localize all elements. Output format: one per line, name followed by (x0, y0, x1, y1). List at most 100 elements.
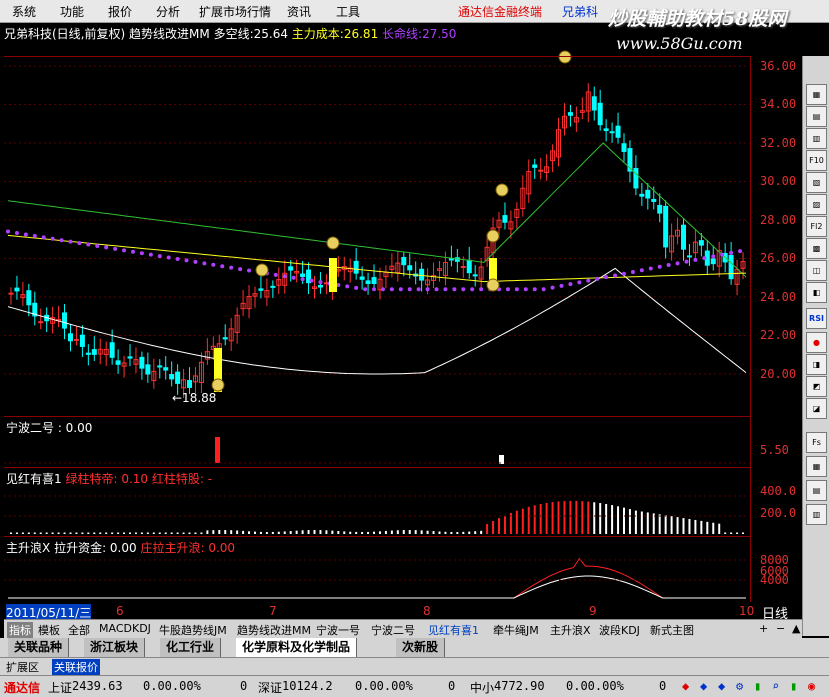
chart-icon[interactable]: ◫ (806, 260, 827, 281)
trend-dot (113, 246, 118, 251)
tab-ningbo1[interactable]: 宁波一号 (316, 622, 360, 638)
candle-body (270, 285, 276, 288)
chart-icon[interactable]: ▤ (806, 480, 827, 501)
chart-icon[interactable]: ▮ (754, 679, 761, 693)
tab-related-quote[interactable]: 关联报价 (52, 659, 100, 675)
candle-body (222, 337, 228, 340)
chart-icon[interactable]: ▦ (806, 456, 827, 477)
trend-dot (50, 236, 55, 241)
trend-dot (657, 264, 662, 269)
trend-dot (461, 287, 466, 292)
candle-body (633, 167, 639, 189)
zx-change: 0.00.00% (566, 679, 624, 693)
search-icon[interactable]: ⌕ (772, 679, 779, 693)
tab-ningbo2[interactable]: 宁波二号 (371, 622, 415, 638)
tab-boduan-kdj[interactable]: 波段KDJ (599, 622, 640, 638)
tab-trend-mm[interactable]: 趋势线改进MM (237, 622, 311, 638)
tab-niugu[interactable]: 牛股趋势线JM (159, 622, 227, 638)
y-tick: 36.00 (760, 59, 797, 73)
alert-icon[interactable]: ● (806, 332, 827, 353)
chart-icon[interactable]: ▤ (806, 106, 827, 127)
chart-icon[interactable]: ◪ (806, 398, 827, 419)
tab-all[interactable]: 全部 (68, 622, 90, 638)
candle-body (91, 349, 97, 355)
tab-extension[interactable]: 扩展区 (6, 659, 39, 675)
chart-icon[interactable]: ▩ (806, 238, 827, 259)
ningbo-signal (215, 437, 220, 463)
tab-zhejiang[interactable]: 浙江板块 (84, 638, 146, 657)
low-price-label: ←18.88 (172, 391, 217, 405)
zoom-in-button[interactable]: + (759, 622, 768, 635)
signal-icon[interactable]: ▮ (790, 679, 797, 693)
power-icon[interactable]: ◉ (808, 679, 815, 693)
tab-chemical[interactable]: 化工行业 (160, 638, 222, 657)
tab-xinshi[interactable]: 新式主图 (650, 622, 694, 638)
scroll-up-arrow[interactable]: ▲ (792, 622, 800, 635)
month-label: 10 (739, 604, 755, 618)
trend-dot (211, 262, 216, 267)
trend-dot (470, 287, 475, 292)
f12-button[interactable]: Fl2 (806, 216, 827, 237)
panel4-name: 主升浪X (6, 541, 51, 555)
signal-bar (329, 258, 337, 292)
tab-chem-material[interactable]: 化学原料及化学制品 (236, 638, 358, 657)
candle-body (609, 131, 615, 134)
candle-body (365, 280, 371, 284)
rsi-button[interactable]: RSI (806, 308, 827, 329)
trend-dot (398, 287, 403, 292)
trend-dot (202, 261, 207, 266)
kline-chart[interactable] (0, 0, 802, 620)
tab-macd[interactable]: MACD (99, 622, 132, 635)
trend-dot (416, 287, 421, 292)
tab-indicator[interactable]: 指标 (7, 622, 33, 638)
trend-dot (41, 235, 46, 240)
trend-dot (318, 280, 323, 285)
zoom-out-button[interactable]: − (776, 622, 785, 635)
tab-zhushenglang[interactable]: 主升浪X (550, 622, 591, 638)
tab-new-stock[interactable]: 次新股 (396, 638, 446, 657)
money-bag-icon (495, 183, 509, 197)
trend-dot (514, 287, 519, 292)
chart-icon[interactable]: ◨ (806, 354, 827, 375)
candle-body (157, 365, 163, 368)
tab-qianniu[interactable]: 牵牛绳JM (493, 622, 539, 638)
tab-template[interactable]: 模板 (38, 622, 60, 638)
chart-icon[interactable]: ◧ (806, 282, 827, 303)
candle-body (621, 143, 627, 152)
tab-kdj[interactable]: KDJ (132, 622, 151, 635)
sz-volume: 0 (448, 679, 456, 693)
chart-icon[interactable]: ▨ (806, 194, 827, 215)
chart-icon[interactable]: ◩ (806, 376, 827, 397)
trend-dot (648, 266, 653, 271)
candle-body (258, 288, 264, 291)
trend-dot (77, 241, 82, 246)
candle-body (175, 371, 181, 384)
fs-button[interactable]: Fs (806, 432, 827, 453)
chart-icon[interactable]: ▦ (806, 84, 827, 105)
trend-dot (639, 268, 644, 273)
chart-icon[interactable]: ▧ (806, 172, 827, 193)
price-axis (750, 56, 751, 602)
info-icon[interactable]: ◆ (700, 679, 707, 693)
trend-dot (193, 259, 198, 264)
chart-icon[interactable]: ▥ (806, 504, 827, 525)
trend-dot (238, 267, 243, 272)
trend-dot (23, 232, 28, 237)
news-icon[interactable]: ◆ (718, 679, 725, 693)
trend-dot (702, 256, 707, 261)
trend-dot (738, 249, 743, 254)
alert-icon[interactable]: ◆ (682, 679, 689, 693)
gear-icon[interactable]: ⚙ (736, 679, 743, 693)
panel3-tick: 200.0 (760, 506, 797, 520)
tab-related[interactable]: 关联品种 (8, 638, 70, 657)
f10-button[interactable]: F10 (806, 150, 827, 171)
candle-body (317, 284, 323, 288)
trend-dot (354, 285, 359, 290)
trend-dot (684, 259, 689, 264)
candle-body (67, 333, 73, 342)
candle-body (288, 266, 294, 271)
panel-separator (4, 56, 750, 57)
trend-dot (505, 287, 510, 292)
tab-jianhong[interactable]: 见红有喜1 (428, 622, 479, 638)
chart-icon[interactable]: ▥ (806, 128, 827, 149)
